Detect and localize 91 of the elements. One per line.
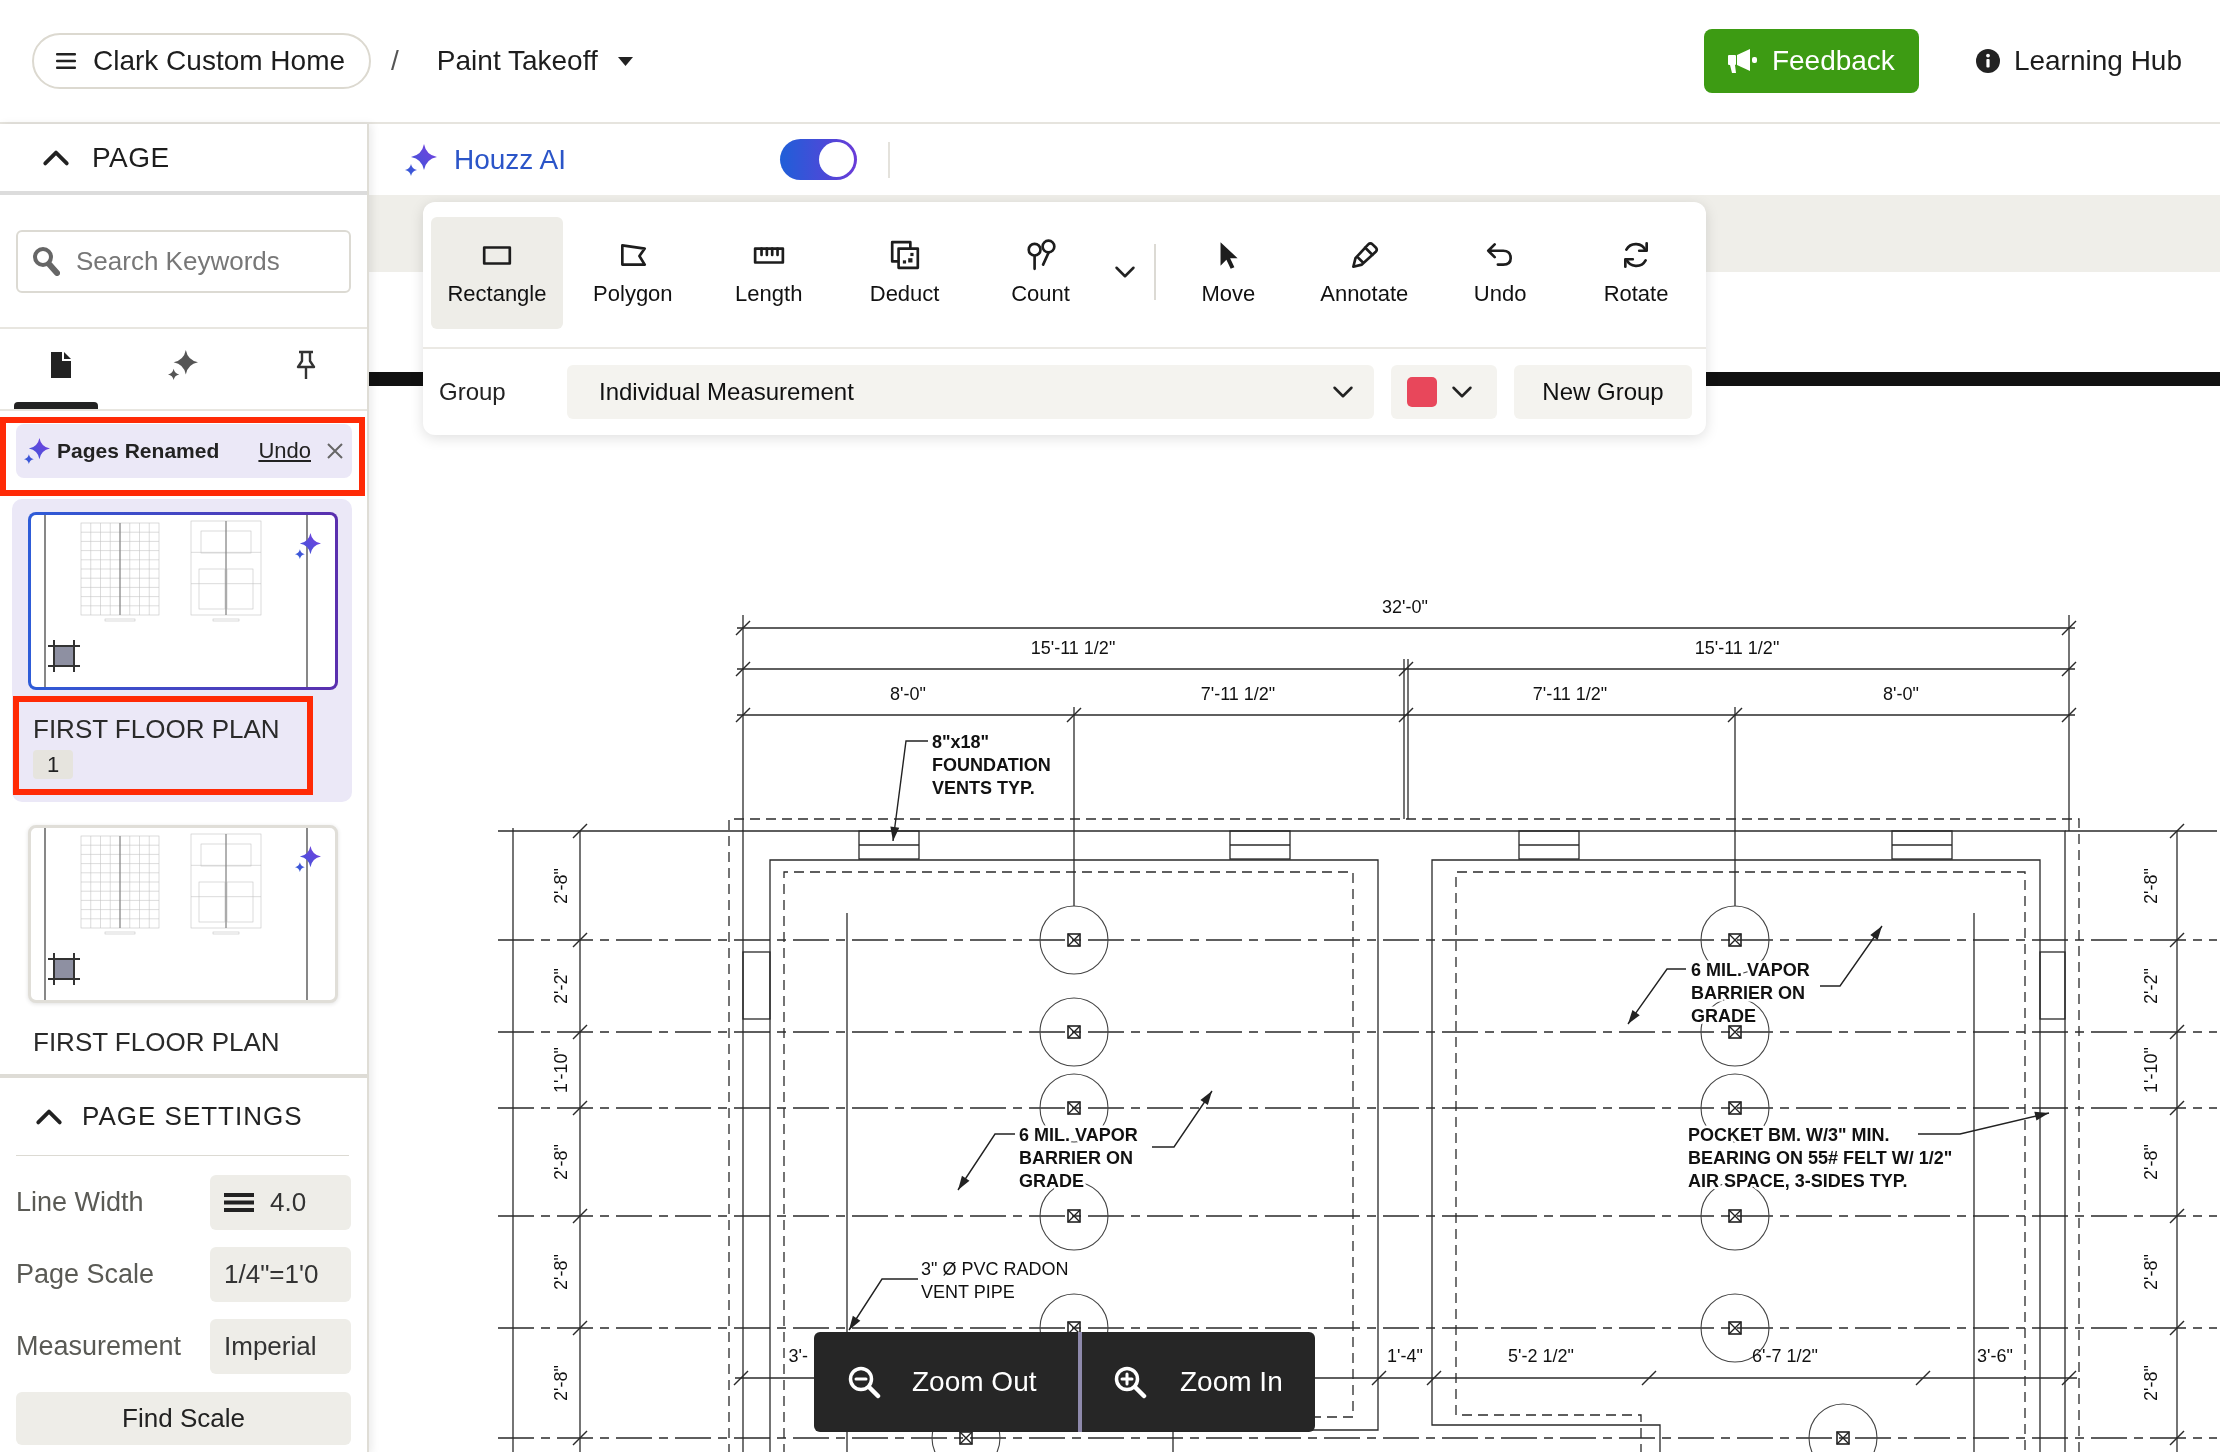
pin-icon: [294, 350, 317, 380]
lines-icon: [224, 1193, 254, 1212]
note-text: 3" Ø PVC RADON VENT PIPE: [921, 1258, 1069, 1302]
toggle-switch[interactable]: [780, 139, 858, 180]
zoom-in-icon: [1113, 1365, 1147, 1399]
chevron-down-icon: [1114, 265, 1137, 279]
dimension-label: 6'-7 1/2": [1752, 1345, 1818, 1366]
color-dropdown[interactable]: [1391, 365, 1497, 419]
dimension-label: 7'-11 1/2": [1200, 683, 1276, 704]
dimension-label: 2'-2": [550, 968, 571, 1004]
zoom-in-button[interactable]: Zoom In: [1082, 1332, 1315, 1432]
tool-button[interactable]: Polygon: [566, 217, 699, 329]
setting-field[interactable]: 1/4"=1'0: [210, 1247, 351, 1302]
page-title: FIRST FLOOR PLAN: [33, 1027, 280, 1057]
dimension-label: 8'-0": [1883, 683, 1919, 704]
page-title: FIRST FLOOR PLAN: [33, 714, 280, 744]
tool-button[interactable]: Rectangle: [431, 217, 563, 329]
breadcrumb-separator: /: [391, 45, 399, 77]
setting-label: Measurement: [16, 1331, 182, 1362]
leader-line: [957, 1133, 1016, 1191]
document-icon: [50, 351, 73, 379]
project-menu-button[interactable]: Clark Custom Home: [32, 33, 372, 89]
sparkle-icon: [295, 846, 321, 872]
overlapping-squares-icon: [888, 239, 921, 271]
tool-button[interactable]: Move: [1162, 217, 1295, 329]
zoom-out-button[interactable]: Zoom Out: [814, 1332, 1078, 1432]
sparkle-icon: [295, 533, 321, 559]
page-card[interactable]: FIRST FLOOR PLAN 1: [12, 499, 352, 802]
info-icon: [1975, 49, 2000, 73]
dimension-label: 1'-10": [2140, 1047, 2161, 1093]
feedback-button[interactable]: Feedback: [1703, 29, 1919, 93]
sparkle-icon: [405, 143, 437, 176]
close-button[interactable]: [326, 442, 344, 460]
chevron-down-icon: [1332, 385, 1354, 399]
note-text: 8"x18" FOUNDATION VENTS TYP.: [932, 731, 1051, 798]
dimension-label: 1'-4": [1387, 1345, 1423, 1366]
dimension-label: 7'-11 1/2": [1532, 683, 1608, 704]
close-icon: [326, 442, 344, 460]
dimension-label: 8'-0": [890, 683, 926, 704]
crop-icon: [47, 639, 81, 673]
dimension-label: 5'-2 1/2": [1508, 1345, 1574, 1366]
dimension-label: 15'-11 1/2": [1030, 637, 1116, 658]
page-section-toggle[interactable]: PAGE: [0, 124, 367, 195]
tool-button[interactable]: Rotate: [1570, 217, 1702, 329]
dimension-label: 15'-11 1/2": [1694, 637, 1780, 658]
page-card[interactable]: FIRST FLOOR PLAN: [12, 812, 352, 1074]
tool-button[interactable]: Deduct: [838, 217, 971, 329]
zoom-out-icon: [847, 1365, 881, 1399]
group-dropdown[interactable]: Individual Measurement: [567, 365, 1374, 419]
dimension-label: 2'-8": [2140, 868, 2161, 904]
tool-button[interactable]: Undo: [1434, 217, 1567, 329]
tool-button[interactable]: Length: [702, 217, 835, 329]
new-group-button[interactable]: New Group: [1514, 365, 1692, 419]
tool-button[interactable]: Count: [974, 217, 1107, 329]
dimension-label: 3'-: [788, 1345, 808, 1366]
setting-field[interactable]: Imperial: [210, 1319, 351, 1374]
dimension-label: 3'-6": [1977, 1345, 2013, 1366]
dimension-label: 2'-2": [2140, 968, 2161, 1004]
page-settings-toggle[interactable]: PAGE SETTINGS: [16, 1078, 349, 1156]
menu-icon: [56, 53, 76, 69]
page-number-badge: 1: [33, 750, 74, 779]
search-icon: [32, 246, 60, 276]
ai-label: Houzz AI: [454, 143, 567, 176]
dimension-label: 2'-8": [550, 1365, 571, 1401]
group-label: Group: [439, 378, 507, 406]
sparkle-icon: [168, 350, 199, 380]
megaphone-icon: [1727, 48, 1758, 74]
sparkle-icon: [24, 438, 50, 464]
dimension-label: 2'-8": [2140, 1365, 2161, 1401]
learning-hub-link[interactable]: Learning Hub: [1975, 45, 2182, 77]
dimension-label: 32'-0": [1382, 596, 1428, 617]
setting-label: Page Scale: [16, 1259, 155, 1290]
setting-label: Line Width: [16, 1187, 144, 1218]
search-field[interactable]: Search Keywords: [16, 230, 351, 293]
dimension-label: 2'-8": [550, 1144, 571, 1180]
dimension-label: 2'-8": [550, 1254, 571, 1290]
notice-text: Pages Renamed: [57, 439, 220, 463]
dimension-label: 2'-8": [2140, 1254, 2161, 1290]
find-scale-button[interactable]: Find Scale: [16, 1392, 351, 1445]
undo-link[interactable]: Undo: [258, 438, 311, 464]
chevron-down-icon: [1451, 385, 1473, 399]
dimension-label: 2'-8": [550, 868, 571, 904]
leader-line: [1627, 968, 1687, 1025]
tool-button[interactable]: Annotate: [1298, 217, 1431, 329]
setting-field[interactable]: 4.0: [210, 1175, 351, 1230]
pins-icon: [1024, 239, 1057, 271]
takeoff-dropdown[interactable]: Paint Takeoff: [436, 45, 633, 77]
dimension-label: 2'-8": [2140, 1144, 2161, 1180]
dimension-label: 1'-10": [550, 1047, 571, 1093]
caret-icon: [617, 56, 633, 66]
crop-icon: [47, 952, 81, 986]
